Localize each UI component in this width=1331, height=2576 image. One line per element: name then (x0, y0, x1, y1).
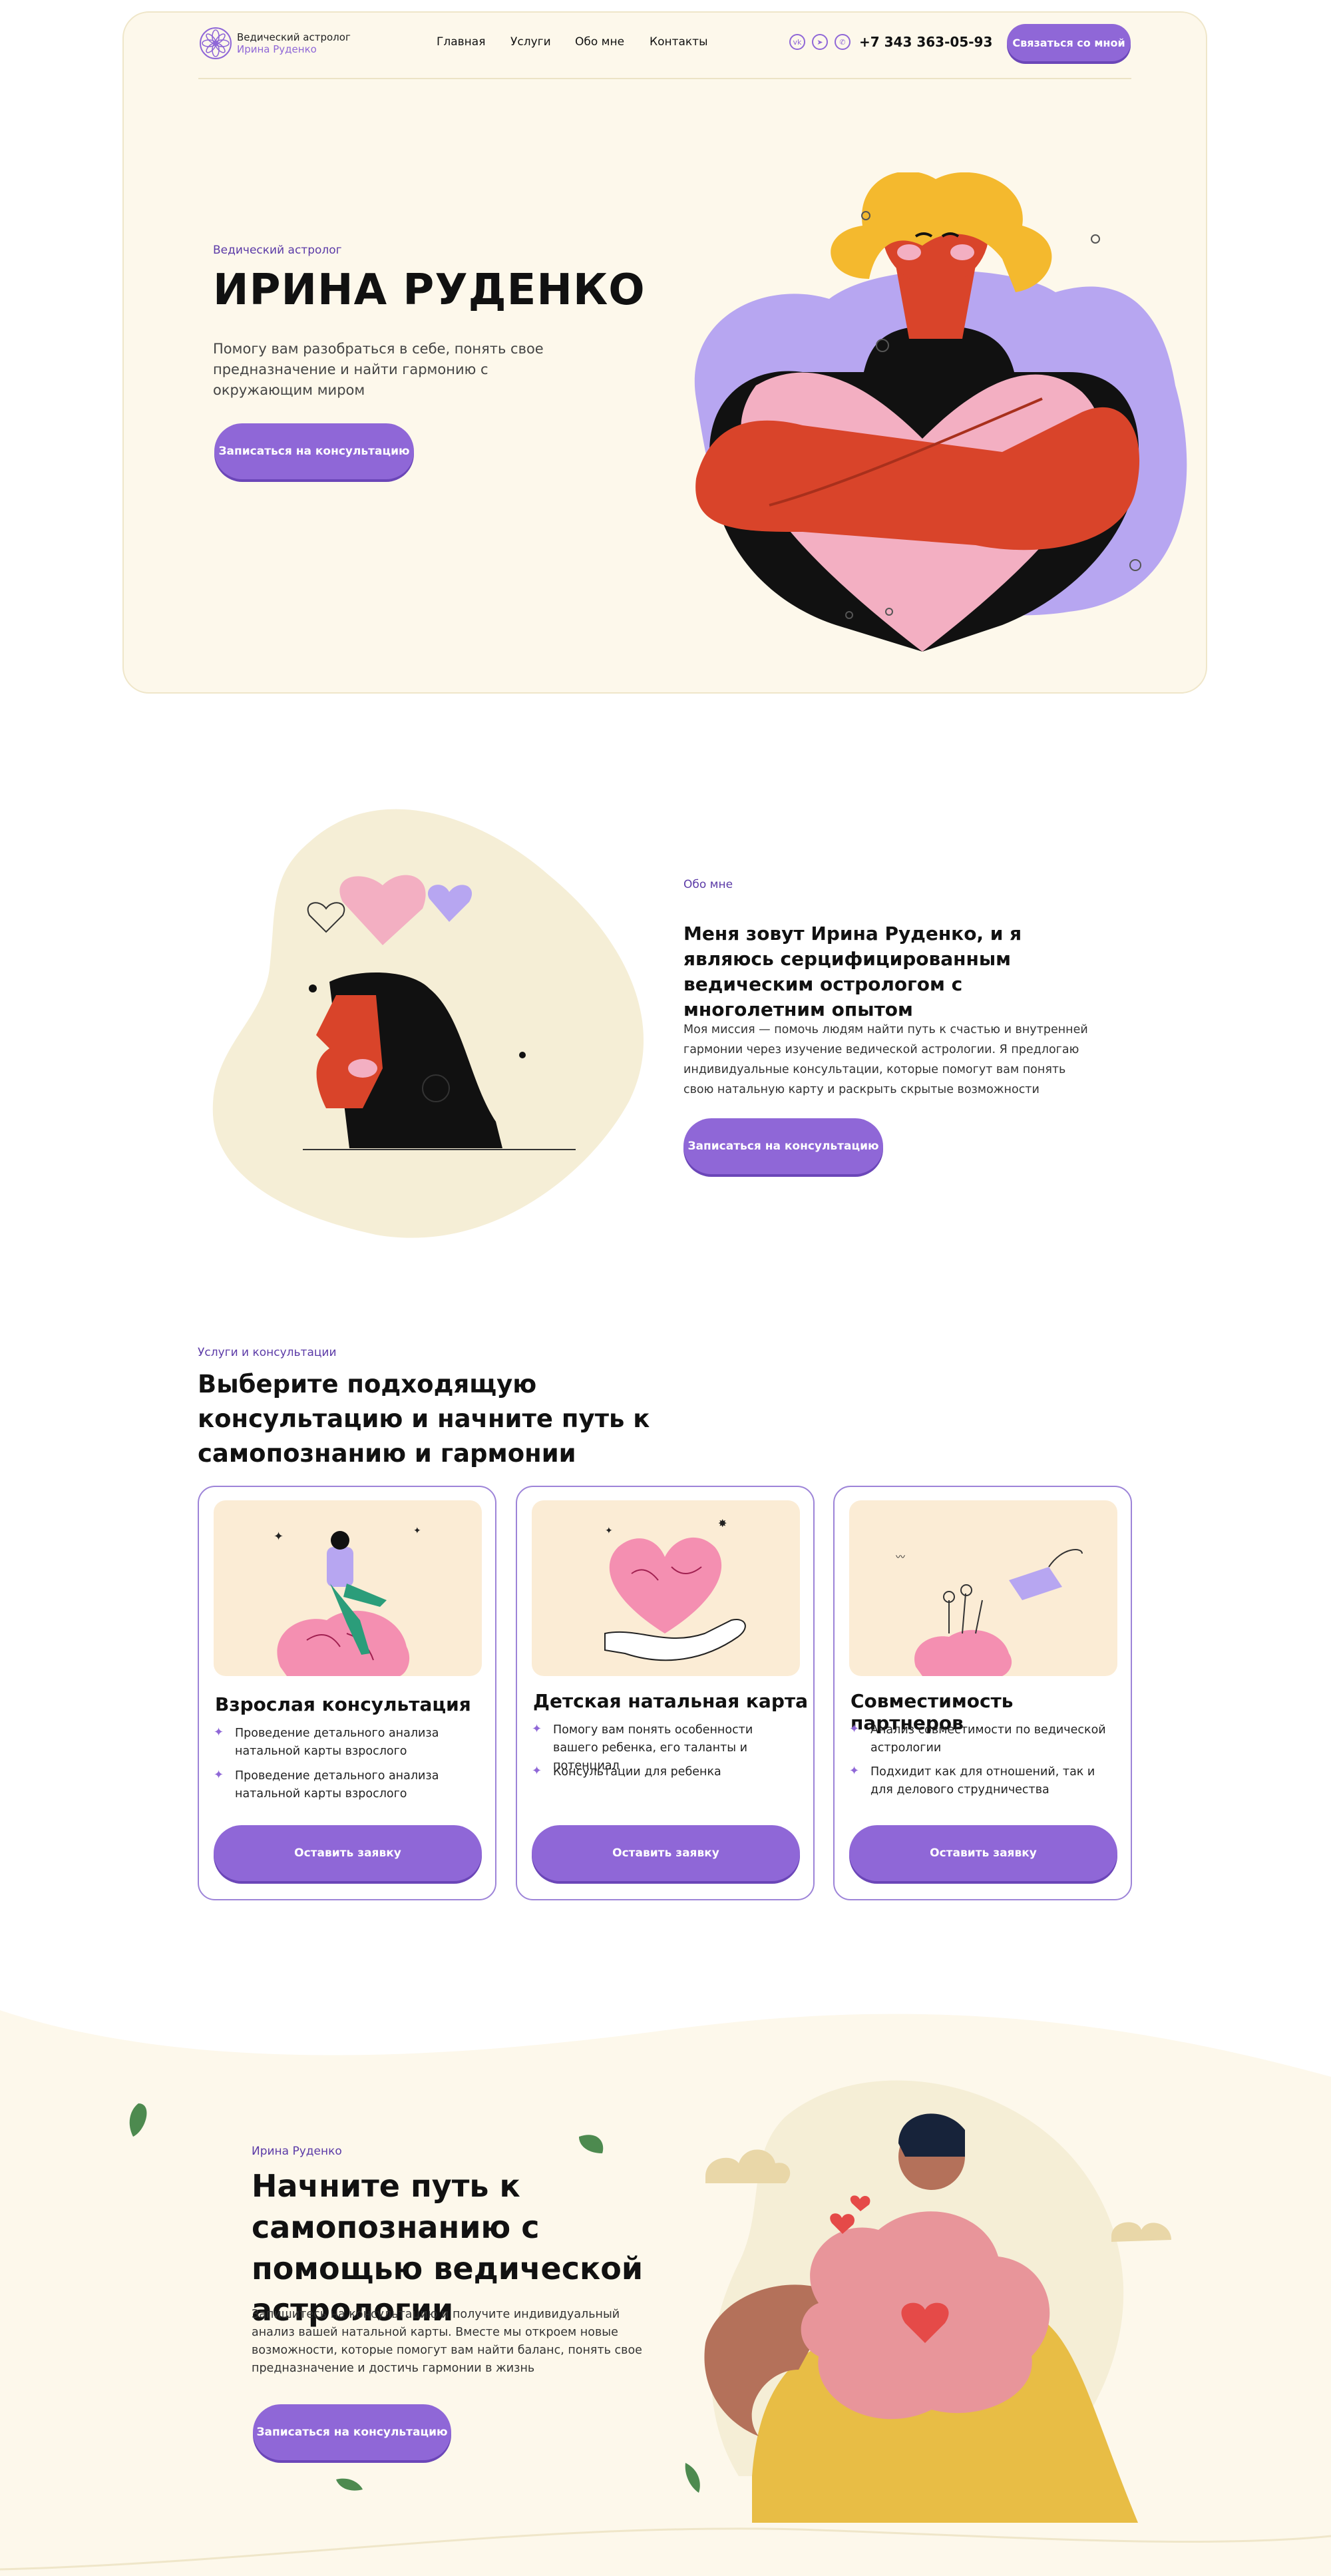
request-button[interactable]: Оставить заявку (849, 1825, 1117, 1881)
nav-home[interactable]: Главная (437, 35, 485, 49)
service-item: Подхидит как для отношений, так и для де… (870, 1765, 1095, 1797)
service-item: Проведение детального анализа натальной … (235, 1769, 439, 1801)
hero-section: Ведический астролог Ирина Руденко Главна… (122, 11, 1207, 694)
hero-title: ИРИНА РУДЕНКО (213, 266, 646, 315)
svg-text:✦: ✦ (605, 1526, 613, 1536)
adult-consultation-image: ✦ ✦ (214, 1500, 482, 1676)
services-kicker: Услуги и консультации (198, 1346, 337, 1359)
request-button[interactable]: Оставить заявку (214, 1825, 482, 1881)
about-kicker: Обо мне (683, 878, 733, 891)
header-divider (198, 78, 1131, 79)
about-book-button[interactable]: Записаться на консультацию (683, 1118, 883, 1174)
services-heading: Выберите подходящую консультацию и начни… (198, 1370, 650, 1468)
logo-title: Ведический астролог (237, 31, 351, 43)
cta-kicker: Ирина Руденко (252, 2145, 342, 2158)
star-bullet-icon: ✦ (532, 1722, 542, 1736)
service-card-child: ✦ ✸ Детская натальная карта ✦ Помогу вам … (516, 1486, 815, 1900)
service-title: Детская натальная карта (533, 1690, 808, 1712)
whatsapp-icon[interactable]: ✆ (835, 34, 851, 50)
telegram-icon[interactable]: ➤ (812, 34, 828, 50)
hero-book-button[interactable]: Записаться на консультацию (214, 423, 414, 479)
contact-button[interactable]: Связаться со мной (1007, 24, 1131, 61)
svg-text:✦: ✦ (413, 1526, 421, 1536)
star-bullet-icon: ✦ (532, 1764, 542, 1778)
phone-number[interactable]: +7 343 363-05-93 (859, 34, 992, 50)
star-bullet-icon: ✦ (214, 1768, 224, 1782)
about-text: Моя миссия — помочь людям найти путь к с… (683, 1023, 1088, 1096)
nav-services[interactable]: Услуги (510, 35, 551, 49)
cta-book-button[interactable]: Записаться на консультацию (253, 2404, 451, 2460)
logo-mandala-icon[interactable] (198, 26, 233, 61)
star-bullet-icon: ✦ (849, 1764, 860, 1778)
child-natal-chart-image: ✦✸ (532, 1500, 800, 1676)
service-item: Консультации для ребенка (553, 1765, 721, 1779)
service-item: Анализ совместимости по ведической астро… (870, 1723, 1106, 1755)
star-bullet-icon: ✦ (849, 1722, 860, 1736)
star-bullet-icon: ✦ (214, 1725, 224, 1739)
svg-text:〰: 〰 (896, 1552, 905, 1563)
hero-kicker: Ведический астролог (213, 244, 342, 257)
service-title: Взрослая консультация (215, 1693, 471, 1715)
service-card-adult: ✦ ✦ Взрослая консультация ✦ Проведение де… (198, 1486, 496, 1900)
cta-illustration-brain-hug (704, 2080, 1171, 2523)
compatibility-image: 〰 (849, 1500, 1117, 1676)
about-illustration-thinking-head (212, 809, 644, 1238)
nav-about[interactable]: Обо мне (575, 35, 624, 49)
svg-text:✸: ✸ (718, 1517, 727, 1530)
nav-contacts[interactable]: Контакты (650, 35, 708, 49)
cta-text: Запишитесь на консультацию и получите ин… (252, 2308, 642, 2375)
request-button[interactable]: Оставить заявку (532, 1825, 800, 1881)
about-heading: Меня зовут Ирина Руденко, и я являюсь се… (683, 923, 1022, 1020)
svg-text:✦: ✦ (274, 1530, 284, 1544)
vk-icon[interactable]: vk (789, 34, 805, 50)
logo-subtitle: Ирина Руденко (237, 43, 317, 55)
hero-illustration-heart-woman (694, 172, 1187, 652)
hero-description: Помогу вам разобраться в себе, понять св… (213, 341, 544, 398)
service-item: Проведение детального анализа натальной … (235, 1727, 439, 1758)
service-card-compatibility: 〰 Совместимость партнеров ✦ Анализ совме… (833, 1486, 1132, 1900)
